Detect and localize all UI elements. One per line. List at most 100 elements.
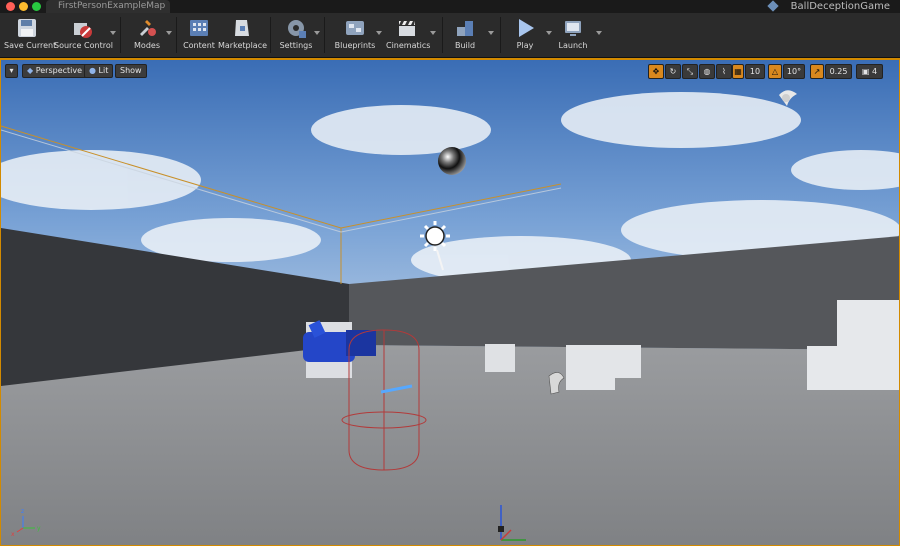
save-current-label: Save Current bbox=[4, 41, 57, 50]
blueprints-button[interactable]: Blueprints bbox=[334, 15, 376, 55]
globe-icon: ◍ bbox=[703, 67, 711, 76]
launch-button[interactable]: Launch bbox=[556, 15, 590, 55]
unreal-project-icon bbox=[767, 0, 779, 12]
camera-icon: ▣ bbox=[861, 67, 870, 76]
source-control-dropdown-arrow[interactable] bbox=[110, 31, 116, 35]
grid-icon: ▦ bbox=[734, 67, 742, 76]
chevron-down-icon: ▾ bbox=[9, 66, 14, 75]
surface-snapping-button[interactable]: ⌇ bbox=[716, 64, 732, 79]
perspective-button[interactable]: ◆ Perspective bbox=[22, 64, 88, 78]
source-control-label: Source Control bbox=[54, 41, 113, 50]
level-tab-label: FirstPersonExampleMap bbox=[58, 1, 166, 11]
marketplace-button[interactable]: Marketplace bbox=[218, 15, 268, 55]
toolbar-separator bbox=[324, 17, 325, 53]
build-button[interactable]: Build bbox=[450, 15, 480, 55]
settings-dropdown-arrow[interactable] bbox=[314, 31, 320, 35]
maximize-window-button[interactable] bbox=[32, 2, 41, 11]
toolbar-separator bbox=[270, 17, 271, 53]
rotate-mode-button[interactable]: ↻ bbox=[665, 64, 681, 79]
reflective-ball[interactable] bbox=[438, 147, 466, 175]
marketplace-icon bbox=[231, 17, 253, 39]
scale-snap-label: 0.25 bbox=[829, 67, 848, 76]
content-button[interactable]: Content bbox=[182, 15, 216, 55]
title-bar: FirstPersonExampleMap BallDeceptionGame bbox=[0, 0, 900, 13]
clapperboard-icon bbox=[396, 17, 418, 39]
modes-label: Modes bbox=[134, 41, 160, 50]
scale-snap-toggle[interactable]: ↗ bbox=[810, 64, 824, 79]
modes-dropdown-arrow[interactable] bbox=[166, 31, 172, 35]
translate-mode-button[interactable]: ✥ bbox=[648, 64, 664, 79]
lit-view-mode-button[interactable]: ● Lit bbox=[84, 64, 114, 78]
show-flags-button[interactable]: Show bbox=[115, 64, 147, 78]
cube-small[interactable] bbox=[485, 344, 515, 372]
save-current-button[interactable]: Save Current bbox=[4, 15, 57, 55]
main-toolbar: Save Current Source Control Modes Conten… bbox=[0, 13, 900, 58]
camera-speed-label: 4 bbox=[872, 67, 878, 76]
svg-text:x: x bbox=[11, 531, 15, 538]
move-arrows-icon: ✥ bbox=[652, 67, 660, 76]
floor bbox=[1, 345, 899, 545]
angle-icon: △ bbox=[771, 67, 779, 76]
blueprints-icon bbox=[344, 17, 366, 39]
source-control-button[interactable]: Source Control bbox=[54, 15, 113, 55]
blueprints-dropdown-arrow[interactable] bbox=[376, 31, 382, 35]
grid-snap-label: 10 bbox=[749, 67, 761, 76]
modes-icon bbox=[136, 17, 158, 39]
viewport-options-button[interactable]: ▾ bbox=[5, 64, 18, 78]
rotate-icon: ↻ bbox=[669, 67, 677, 76]
scale-snap-icon: ↗ bbox=[813, 67, 821, 76]
play-icon bbox=[514, 17, 536, 39]
show-label: Show bbox=[120, 66, 142, 75]
settings-button[interactable]: Settings bbox=[278, 15, 314, 55]
source-control-icon bbox=[71, 17, 93, 39]
build-label: Build bbox=[454, 41, 476, 50]
save-icon bbox=[16, 17, 38, 39]
minimize-window-button[interactable] bbox=[19, 2, 28, 11]
launch-dropdown-arrow[interactable] bbox=[596, 31, 602, 35]
perspective-icon: ◆ bbox=[27, 66, 34, 75]
content-label: Content bbox=[183, 41, 215, 50]
lit-sphere-icon: ● bbox=[89, 66, 96, 75]
scale-icon: ⤡ bbox=[686, 67, 694, 76]
rotation-snap-value[interactable]: 10° bbox=[783, 64, 805, 79]
scale-snap-value[interactable]: 0.25 bbox=[825, 64, 852, 79]
settings-icon bbox=[285, 17, 307, 39]
level-viewport[interactable]: z y x ▾ ◆ Perspective ● Lit Show ✥ ↻ ⤡ ◍… bbox=[0, 58, 900, 546]
build-dropdown-arrow[interactable] bbox=[488, 31, 494, 35]
cinematics-button[interactable]: Cinematics bbox=[386, 15, 431, 55]
toolbar-separator bbox=[442, 17, 443, 53]
play-dropdown-arrow[interactable] bbox=[546, 31, 552, 35]
play-button[interactable]: Play bbox=[508, 15, 542, 55]
world-local-toggle[interactable]: ◍ bbox=[699, 64, 715, 79]
settings-label: Settings bbox=[279, 41, 313, 50]
close-window-button[interactable] bbox=[6, 2, 15, 11]
blueprints-label: Blueprints bbox=[334, 41, 376, 50]
content-browser-icon bbox=[188, 17, 210, 39]
svg-text:y: y bbox=[37, 525, 41, 532]
camera-speed-button[interactable]: ▣ 4 bbox=[856, 64, 883, 79]
project-name-label: BallDeceptionGame bbox=[790, 1, 890, 12]
rotation-snap-label: 10° bbox=[786, 67, 802, 76]
play-label: Play bbox=[516, 41, 534, 50]
grid-snap-value[interactable]: 10 bbox=[745, 64, 765, 79]
toolbar-separator bbox=[500, 17, 501, 53]
scale-mode-button[interactable]: ⤡ bbox=[682, 64, 698, 79]
modes-button[interactable]: Modes bbox=[128, 15, 166, 55]
grid-snap-toggle[interactable]: ▦ bbox=[732, 64, 744, 79]
surface-snap-icon: ⌇ bbox=[722, 67, 726, 76]
viewport-scene[interactable]: z y x bbox=[1, 60, 900, 546]
rotation-snap-toggle[interactable]: △ bbox=[768, 64, 782, 79]
project-name: BallDeceptionGame bbox=[767, 0, 890, 13]
marketplace-label: Marketplace bbox=[218, 41, 268, 50]
svg-text:z: z bbox=[21, 508, 24, 515]
cinematics-label: Cinematics bbox=[386, 41, 431, 50]
build-icon bbox=[454, 17, 476, 39]
level-tab[interactable]: FirstPersonExampleMap bbox=[46, 0, 170, 13]
launch-icon bbox=[562, 17, 584, 39]
toolbar-separator bbox=[176, 17, 177, 53]
toolbar-separator bbox=[120, 17, 121, 53]
launch-label: Launch bbox=[558, 41, 588, 50]
lit-label: Lit bbox=[98, 66, 109, 75]
perspective-label: Perspective bbox=[35, 66, 83, 75]
cinematics-dropdown-arrow[interactable] bbox=[430, 31, 436, 35]
